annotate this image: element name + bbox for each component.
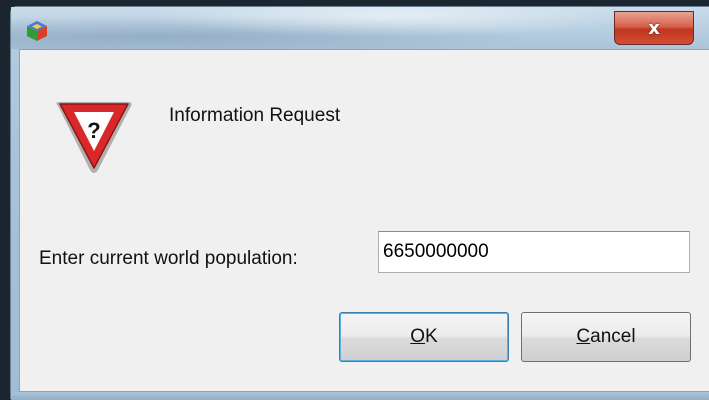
prompt-label: Enter current world population:: [39, 248, 298, 269]
cancel-button[interactable]: Cancel: [521, 312, 691, 362]
close-icon: x: [648, 17, 660, 39]
question-warning-triangle-icon: ?: [56, 102, 132, 173]
question-mark-glyph: ?: [87, 118, 100, 143]
cancel-label: ancel: [590, 326, 636, 347]
dialog-header: Information Request: [169, 105, 341, 126]
title-bar[interactable]: x: [11, 7, 709, 49]
dialog-window: x ? Information Request Enter current wo…: [10, 6, 709, 400]
dialog-body: ? Information Request Enter current worl…: [19, 49, 709, 392]
java-duke-cube-icon: [27, 21, 47, 41]
ok-button[interactable]: OK: [339, 312, 509, 362]
close-button[interactable]: x: [614, 11, 694, 45]
ok-mnemonic: O: [410, 326, 426, 347]
cancel-mnemonic: C: [576, 326, 591, 347]
population-input[interactable]: [378, 231, 690, 273]
ok-label: K: [425, 326, 438, 347]
